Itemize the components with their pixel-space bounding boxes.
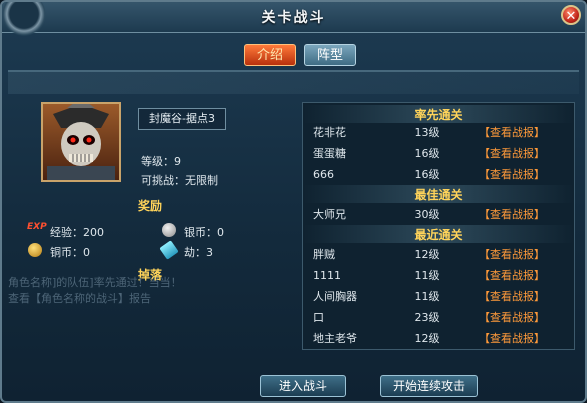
view-report-link[interactable]: 【查看战报】 xyxy=(479,123,545,143)
player-name: 花非花 xyxy=(313,126,346,139)
player-level: 11级 xyxy=(414,290,440,303)
player-level: 30级 xyxy=(414,208,440,221)
player-name: 大师兄 xyxy=(313,208,346,221)
notice-line: 查看【角色名称的战斗】报告 xyxy=(8,292,151,305)
player-name: 人间胸器 xyxy=(313,290,357,303)
list-item: 人间胸器 11级 【查看战报】 xyxy=(303,287,574,307)
list-item: 胖贼 12级 【查看战报】 xyxy=(303,245,574,265)
first-clear-title: 率先通关 xyxy=(414,108,463,122)
player-name: 666 xyxy=(313,168,334,181)
list-item: 地主老爷 12级 【查看战报】 xyxy=(303,329,574,349)
player-level: 23级 xyxy=(414,311,440,324)
list-item: 口 23级 【查看战报】 xyxy=(303,308,574,328)
close-icon: ✕ xyxy=(565,9,577,24)
player-name: 胖贼 xyxy=(313,248,335,261)
notice-line: 角色名称]的队伍]率先通过！当当！ xyxy=(8,276,182,289)
tab-bar: 介绍 阵型 xyxy=(8,40,579,72)
list-item: 1111 11级 【查看战报】 xyxy=(303,266,574,286)
list-item: 花非花 13级 【查看战报】 xyxy=(303,123,574,143)
exp-reward: 经验：200 xyxy=(50,226,104,239)
player-name: 地主老爷 xyxy=(313,332,357,345)
tab-intro[interactable]: 介绍 xyxy=(244,44,296,66)
view-report-link[interactable]: 【查看战报】 xyxy=(479,245,545,265)
view-report-link[interactable]: 【查看战报】 xyxy=(479,266,545,286)
tab-formation[interactable]: 阵型 xyxy=(304,44,356,66)
jie-icon xyxy=(159,240,179,260)
list-item: 666 16级 【查看战报】 xyxy=(303,165,574,185)
view-report-link[interactable]: 【查看战报】 xyxy=(479,165,545,185)
view-report-link[interactable]: 【查看战报】 xyxy=(479,329,545,349)
exp-icon: EXP xyxy=(27,222,47,232)
list-item: 大师兄 30级 【查看战报】 xyxy=(303,205,574,225)
title-bar[interactable]: 关卡战斗 ✕ xyxy=(2,2,585,36)
battle-window: 关卡战斗 ✕ 介绍 阵型 封魔谷-据点3 等级：9 可挑战：无限制 奖励 EXP… xyxy=(0,0,587,403)
stage-level: 等级：9 xyxy=(141,155,181,168)
player-level: 16级 xyxy=(414,168,440,181)
player-level: 16级 xyxy=(414,147,440,160)
silver-reward: 银币：0 xyxy=(184,226,224,239)
enter-battle-button[interactable]: 进入战斗 xyxy=(260,375,346,397)
player-level: 13级 xyxy=(414,126,440,139)
list-item: 蛋蛋糖 16级 【查看战报】 xyxy=(303,144,574,164)
close-button[interactable]: ✕ xyxy=(561,5,581,25)
player-name: 蛋蛋糖 xyxy=(313,147,346,160)
auto-attack-button[interactable]: 开始连续攻击 xyxy=(380,375,478,397)
jie-reward: 劫：3 xyxy=(184,246,213,259)
challenge-limit: 可挑战：无限制 xyxy=(141,174,218,187)
player-level: 12级 xyxy=(414,332,440,345)
copper-reward: 铜币：0 xyxy=(50,246,90,259)
view-report-link[interactable]: 【查看战报】 xyxy=(479,308,545,328)
rewards-title: 奖励 xyxy=(138,199,163,213)
header-band xyxy=(8,72,579,94)
view-report-link[interactable]: 【查看战报】 xyxy=(479,287,545,307)
copper-coin-icon xyxy=(28,243,42,257)
best-clear-title: 最佳通关 xyxy=(414,188,463,202)
player-level: 12级 xyxy=(414,248,440,261)
recent-clear-title: 最近通关 xyxy=(414,228,463,242)
window-title: 关卡战斗 xyxy=(261,10,326,26)
player-level: 11级 xyxy=(414,269,440,282)
view-report-link[interactable]: 【查看战报】 xyxy=(479,144,545,164)
view-report-link[interactable]: 【查看战报】 xyxy=(479,205,545,225)
player-name: 口 xyxy=(313,311,324,324)
boss-portrait xyxy=(41,102,121,182)
stage-name: 封魔谷-据点3 xyxy=(138,108,226,130)
silver-coin-icon xyxy=(162,223,176,237)
skull-knight-icon xyxy=(47,104,115,180)
player-name: 1111 xyxy=(313,269,341,282)
